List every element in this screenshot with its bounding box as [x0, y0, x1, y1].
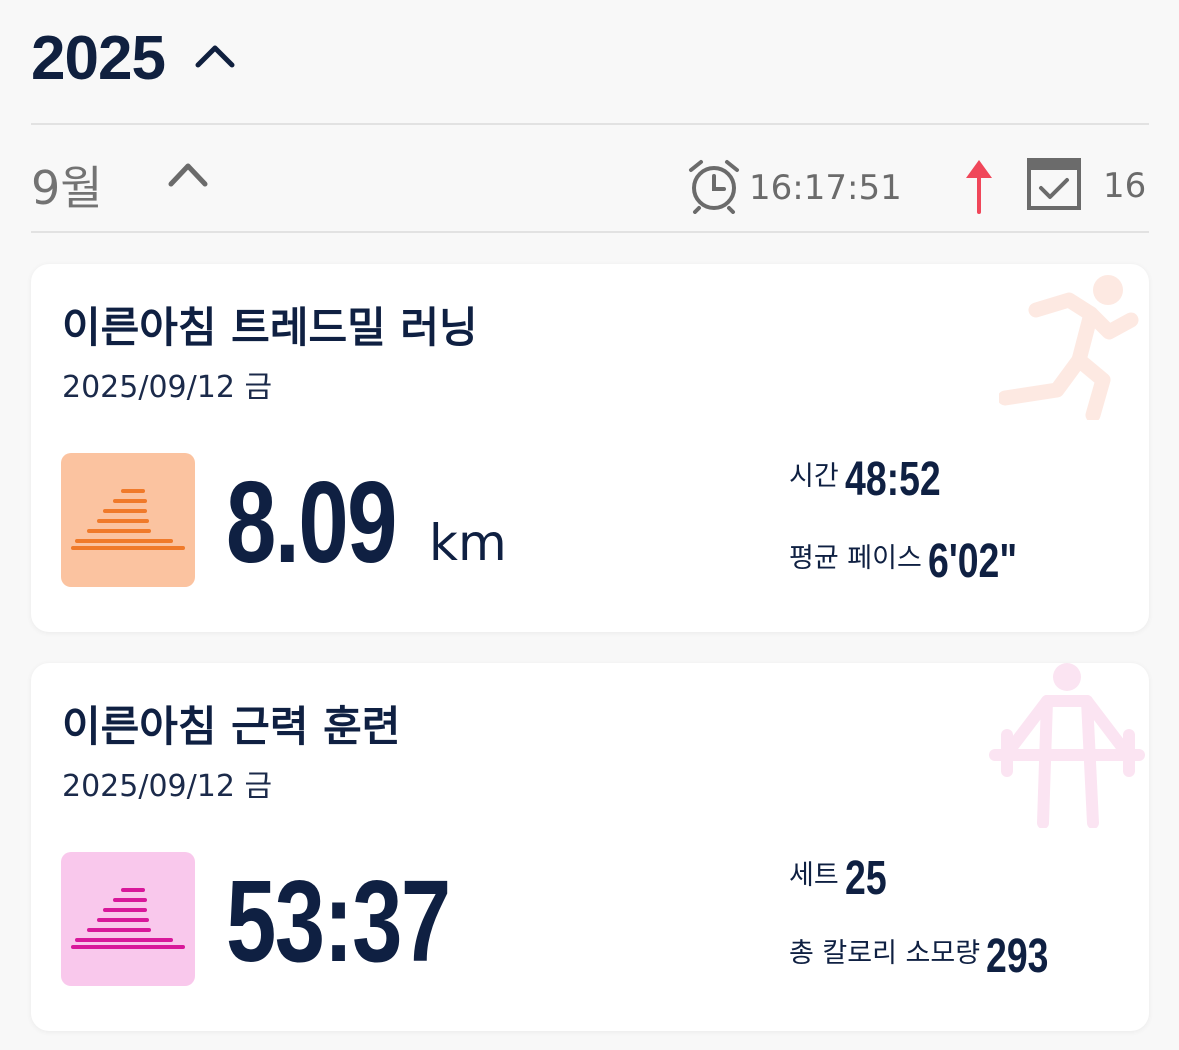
distance-unit: km: [429, 514, 507, 572]
duration-value: 53:37: [226, 856, 451, 986]
active-days-value: 16: [1103, 166, 1147, 206]
trend-up-arrow-icon: [964, 158, 994, 218]
stat-sets: 세트 25: [789, 853, 898, 903]
active-days-stat: 16: [1027, 158, 1146, 214]
divider: [31, 231, 1149, 233]
activity-title: 이른아침 트레드밀 러닝: [62, 303, 478, 352]
stat-value: 48:52: [844, 453, 941, 506]
activity-thumbnail: [61, 852, 195, 986]
activity-card-run[interactable]: 이른아침 트레드밀 러닝 2025/09/12 금 8.09 km 시간 48:…: [31, 264, 1149, 632]
speed-lines-icon: [71, 888, 185, 949]
activity-date: 2025/09/12 금: [62, 370, 273, 405]
speed-lines-icon: [71, 489, 185, 550]
stat-label: 총 칼로리 소모량: [789, 938, 981, 969]
month-label: 9월: [31, 161, 103, 215]
stat-value: 25: [844, 852, 887, 905]
year-header[interactable]: 2025: [31, 18, 235, 98]
divider: [31, 123, 1149, 125]
month-summary-row[interactable]: 9월 16:17:51 16: [31, 128, 1149, 232]
year-label: 2025: [31, 23, 166, 93]
chevron-up-icon[interactable]: [195, 43, 235, 73]
alarm-clock-icon: [687, 158, 741, 218]
total-time-stat: 16:17:51: [687, 158, 902, 218]
chevron-up-icon[interactable]: [167, 160, 209, 192]
stat-label: 세트: [789, 860, 839, 891]
running-figure-icon: [997, 270, 1139, 424]
total-time-value: 16:17:51: [749, 168, 902, 208]
stat-duration: 시간 48:52: [789, 454, 967, 504]
calendar-check-icon: [1027, 158, 1081, 214]
weightlifting-figure-icon: [989, 663, 1149, 832]
distance-value: 8.09: [226, 457, 397, 587]
activity-date: 2025/09/12 금: [62, 769, 273, 804]
activity-card-strength[interactable]: 이른아침 근력 훈련 2025/09/12 금 53:37 세트 25 총 칼로…: [31, 663, 1149, 1031]
stat-avg-pace: 평균 페이스 6'02": [789, 536, 1042, 586]
stat-calories: 총 칼로리 소모량 293: [789, 931, 1066, 981]
stat-label: 시간: [789, 461, 839, 492]
activity-thumbnail: [61, 453, 195, 587]
stat-value: 6'02": [927, 535, 1017, 588]
stat-value: 293: [986, 930, 1049, 983]
stat-label: 평균 페이스: [789, 543, 922, 574]
activity-title: 이른아침 근력 훈련: [62, 702, 401, 751]
